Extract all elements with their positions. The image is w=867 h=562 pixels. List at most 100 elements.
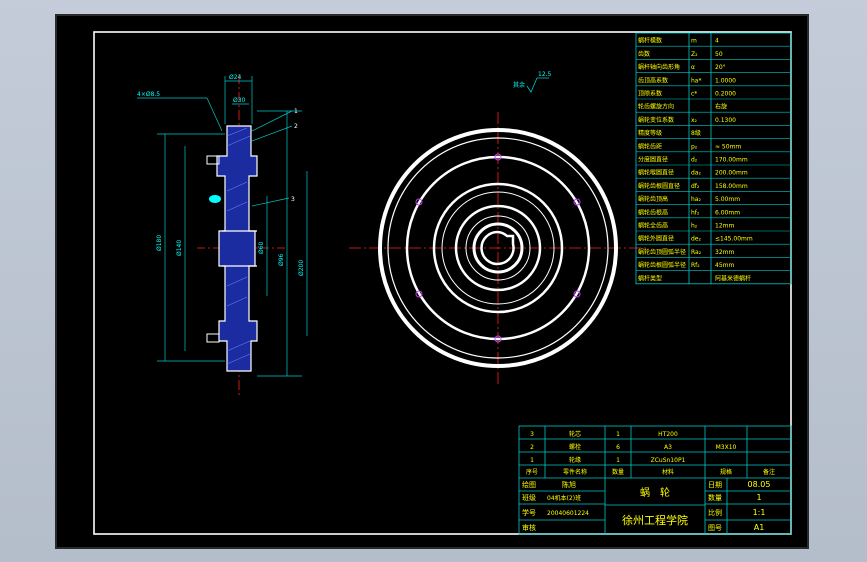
param-name: 齿顶高系数 xyxy=(638,76,668,84)
param-value: 170.00mm xyxy=(715,157,748,164)
param-name: 轮齿螺旋方向 xyxy=(638,103,674,111)
param-name: 蜗轮全齿高 xyxy=(638,222,668,230)
param-value: 50 xyxy=(715,51,723,58)
scale-label: 比例 xyxy=(708,508,722,517)
param-name: 蜗轮齿根圆直径 xyxy=(638,182,680,190)
qty-label: 数量 xyxy=(708,493,722,502)
param-symbol: Rf₂ xyxy=(691,262,700,269)
qty-value: 1 xyxy=(756,493,761,502)
part-name: 蜗 轮 xyxy=(640,486,670,499)
param-value: 32mm xyxy=(715,249,734,256)
parameter-table: 蜗杆模数 m 4 齿数 Z₂ 50 蜗杆轴向齿形角 α 20° 齿顶高系数 ha* 1.0000 顶隙系… xyxy=(635,32,792,285)
date-value: 08.05 xyxy=(748,480,771,489)
section-view: 1 2 3 Ø180 Ø140 Ø96 Ø200 Ø60 4×Ø8.5 Ø24 … xyxy=(137,74,308,396)
section-label-1: 1 xyxy=(294,108,298,115)
param-name: 顶隙系数 xyxy=(638,90,662,98)
bom-header-note: 备注 xyxy=(763,468,775,476)
bom-header-name: 零件名称 xyxy=(563,468,587,476)
sheet-label: 图号 xyxy=(708,524,722,532)
bom-header-no: 序号 xyxy=(526,468,538,476)
param-symbol: h₂ xyxy=(691,223,698,230)
dim-d2: Ø200 xyxy=(298,260,305,276)
param-symbol: ha₂ xyxy=(691,196,701,203)
key-feature xyxy=(209,195,221,203)
param-symbol: Z₂ xyxy=(691,51,698,58)
param-symbol: d₂ xyxy=(691,157,698,164)
school-name: 徐州工程学院 xyxy=(622,513,688,527)
drawn-label: 绘图 xyxy=(522,480,536,489)
cad-drawing-canvas: 1 2 3 Ø180 Ø140 Ø96 Ø200 Ø60 4×Ø8.5 Ø24 … xyxy=(93,31,792,535)
worm-wheel-section xyxy=(216,125,258,372)
param-value: 200.00mm xyxy=(715,170,748,177)
param-name: 蜗轮喉圆直径 xyxy=(638,169,674,177)
class-label: 班级 xyxy=(522,493,536,502)
bom-cell-spec: M3X10 xyxy=(716,444,737,451)
param-symbol: m xyxy=(691,38,697,45)
param-value: 0.1300 xyxy=(715,117,736,124)
drawing-sheet: 1 2 3 Ø180 Ø140 Ø96 Ø200 Ø60 4×Ø8.5 Ø24 … xyxy=(55,14,809,549)
param-name: 蜗杆模数 xyxy=(638,37,662,45)
param-symbol: p₂ xyxy=(691,143,698,150)
front-view: 其余 12.5 xyxy=(349,71,649,384)
param-symbol: Ra₂ xyxy=(691,249,702,256)
bom-header-material: 材料 xyxy=(662,468,674,476)
param-value: 1.0000 xyxy=(715,77,736,84)
roughness-value: 12.5 xyxy=(538,71,552,78)
bom-header-qty: 数量 xyxy=(612,468,624,476)
date-label: 日期 xyxy=(708,481,722,489)
class-value: 04机本(2)班 xyxy=(547,494,581,502)
param-name: 蜗杆类型 xyxy=(638,274,662,282)
bom-cell-material: ZCuSn10P1 xyxy=(651,457,686,464)
bom-cell-material: A3 xyxy=(664,444,672,451)
param-symbol: x₂ xyxy=(691,117,698,124)
bom-header-spec: 规格 xyxy=(720,468,732,476)
sheet-value: A1 xyxy=(754,523,765,532)
param-name: 蜗杆轴向齿形角 xyxy=(638,63,680,71)
param-value: 6.00mm xyxy=(715,209,740,216)
id-label: 学号 xyxy=(522,508,536,517)
bolt-bottom xyxy=(206,333,220,343)
bom-rows: 3 轮芯 1 HT200 2 螺栓 6 A3 M3X10 1 轮缘 1 ZCuSn10P1 xyxy=(530,430,736,464)
param-value: 20° xyxy=(715,64,726,71)
param-symbol: da₂ xyxy=(691,170,701,177)
bom-cell-material: HT200 xyxy=(658,431,678,438)
param-name: 齿数 xyxy=(638,50,650,58)
section-label-3: 3 xyxy=(291,196,295,203)
bom-cell-qty: 1 xyxy=(616,457,620,464)
bom-cell-no: 1 xyxy=(530,457,534,464)
param-name: 蜗轮齿顶圆弧半径 xyxy=(638,248,686,256)
param-name: 蜗轮变位系数 xyxy=(638,116,674,124)
title-block: 3 轮芯 1 HT200 2 螺栓 6 A3 M3X10 1 轮缘 1 ZCuSn10P1 序号 零件名… xyxy=(518,425,792,535)
param-value: 4 xyxy=(715,38,719,45)
param-symbol: α xyxy=(691,64,695,71)
param-name: 蜗轮外圆直径 xyxy=(638,235,674,243)
bom-cell-qty: 6 xyxy=(616,444,620,451)
param-value: 阿基米德蜗杆 xyxy=(715,274,751,282)
dim-d7: Ø60 xyxy=(258,241,265,254)
param-value: 0.2000 xyxy=(715,91,736,98)
dim-d3: Ø140 xyxy=(176,240,183,256)
param-value: ≤145.00mm xyxy=(715,236,753,243)
bom-cell-qty: 1 xyxy=(616,431,620,438)
section-label-2: 2 xyxy=(294,123,298,130)
param-symbol: de₂ xyxy=(691,236,702,243)
param-name: 蜗轮齿根高 xyxy=(638,208,668,216)
bom-cell-no: 3 xyxy=(530,431,534,438)
bom-cell-name: 轮缘 xyxy=(569,456,581,464)
param-value: ≈ 50mm xyxy=(715,143,741,150)
param-value: 158.00mm xyxy=(715,183,748,190)
dim-d4: 4×Ø8.5 xyxy=(137,91,160,98)
dim-d8: Ø30 xyxy=(233,97,246,104)
dim-d6: Ø96 xyxy=(278,253,285,266)
dim-d1: Ø180 xyxy=(156,235,163,251)
dim-d5: Ø24 xyxy=(229,74,242,81)
param-name: 精度等级 xyxy=(638,129,662,137)
inner-frame xyxy=(93,31,792,535)
roughness-symbol xyxy=(526,77,549,93)
roughness-label: 其余 xyxy=(513,81,525,89)
param-symbol: df₂ xyxy=(691,183,700,190)
param-name: 蜗轮齿顶高 xyxy=(638,195,668,203)
param-name: 蜗轮齿距 xyxy=(638,142,662,150)
param-name: 分度圆直径 xyxy=(638,156,668,164)
param-value: 12mm xyxy=(715,223,734,230)
